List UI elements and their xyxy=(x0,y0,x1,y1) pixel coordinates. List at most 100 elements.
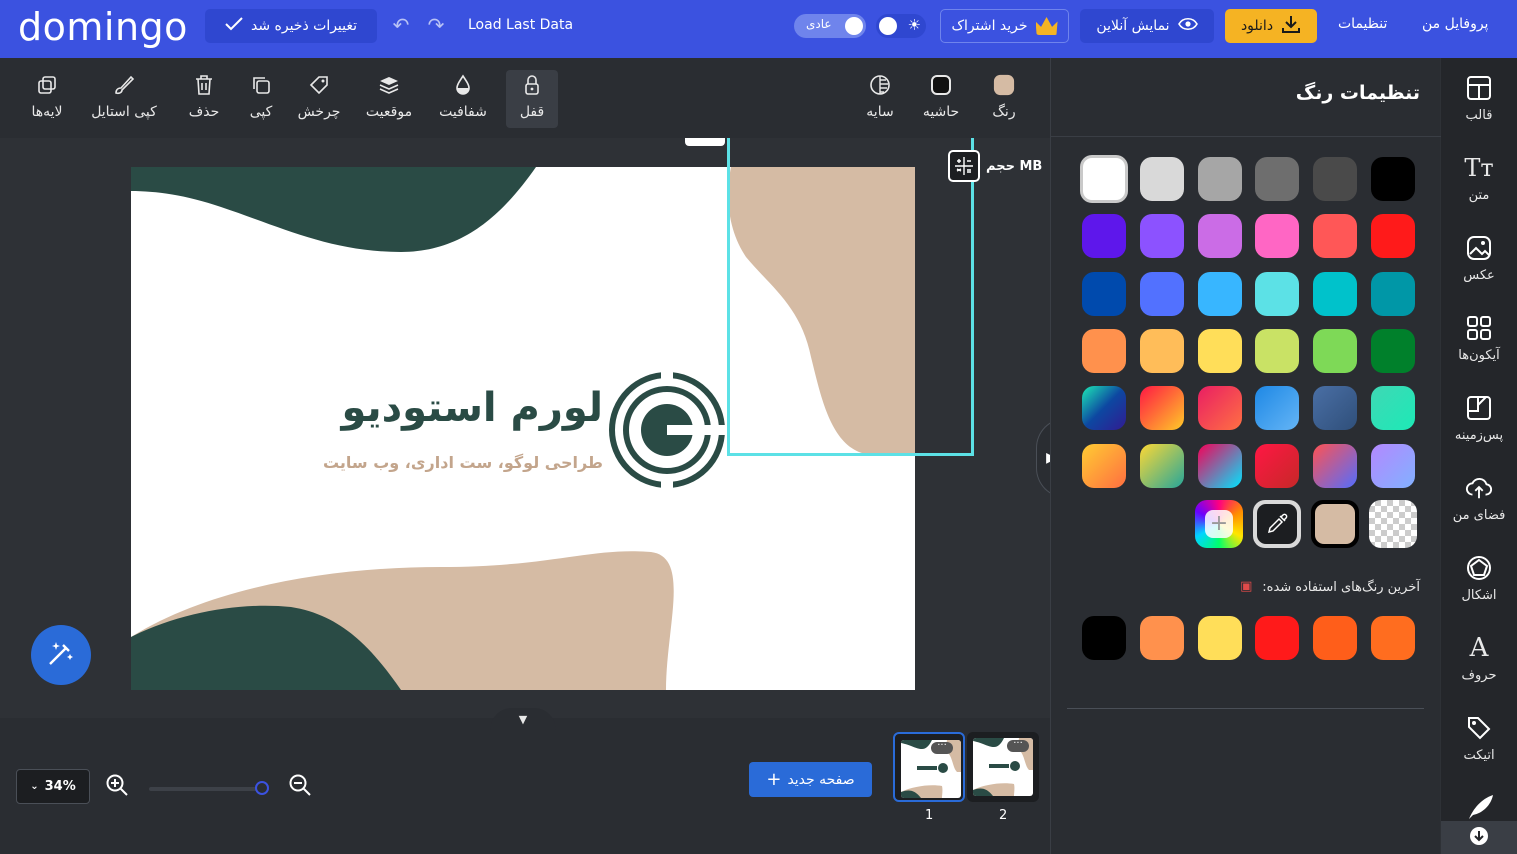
nav-background[interactable]: پس‌زمینه xyxy=(1441,378,1517,458)
eyedropper-button[interactable] xyxy=(1253,500,1301,548)
zoom-slider-thumb[interactable] xyxy=(255,781,269,795)
tool-copy[interactable]: کپی xyxy=(243,70,279,128)
tool-opacity[interactable]: شفافیت xyxy=(434,70,492,128)
tool-opacity-label: شفافیت xyxy=(439,104,487,120)
color-swatch[interactable] xyxy=(1371,157,1415,201)
color-swatch[interactable] xyxy=(1313,214,1357,258)
color-swatch[interactable] xyxy=(1140,329,1184,373)
theme-toggle[interactable]: ☀ xyxy=(876,14,926,38)
color-swatch[interactable] xyxy=(1371,214,1415,258)
color-swatch[interactable] xyxy=(1198,157,1242,201)
save-status-button[interactable]: تغییرات ذخیره شد xyxy=(205,9,377,43)
recent-color-swatch[interactable] xyxy=(1140,616,1184,660)
color-swatch[interactable] xyxy=(1313,272,1357,316)
zoom-slider[interactable] xyxy=(149,781,269,795)
color-swatch[interactable] xyxy=(1080,155,1128,203)
tool-border[interactable]: حاشیه xyxy=(919,70,963,128)
download-button[interactable]: دانلود xyxy=(1225,9,1317,43)
mode-toggle[interactable]: عادی xyxy=(794,14,866,38)
swatch-transparent[interactable] xyxy=(1369,500,1417,548)
nav-sticker[interactable]: اتیکت xyxy=(1441,698,1517,778)
gradient-swatch[interactable] xyxy=(1255,386,1299,430)
bottom-collapse-tab[interactable]: ▼ xyxy=(490,708,556,730)
feather-icon[interactable] xyxy=(1465,793,1495,819)
panel-divider-bottom xyxy=(1067,708,1424,709)
color-swatch[interactable] xyxy=(1255,329,1299,373)
nav-shapes[interactable]: اشکال xyxy=(1441,538,1517,618)
page-thumbnail-1[interactable]: ··· xyxy=(893,732,965,802)
color-swatch[interactable] xyxy=(1371,329,1415,373)
color-swatch[interactable] xyxy=(1255,157,1299,201)
profile-link[interactable]: پروفایل من xyxy=(1422,16,1488,32)
recent-color-swatch[interactable] xyxy=(1198,616,1242,660)
color-swatch[interactable] xyxy=(1140,272,1184,316)
color-swatch[interactable] xyxy=(1198,329,1242,373)
gradient-swatch[interactable] xyxy=(1313,386,1357,430)
nav-photo[interactable]: عکس xyxy=(1441,218,1517,298)
color-swatch[interactable] xyxy=(1313,157,1357,201)
tool-delete[interactable]: حذف xyxy=(183,70,225,128)
custom-color-picker[interactable]: + xyxy=(1195,500,1243,548)
nav-icons[interactable]: آیکون‌ها xyxy=(1441,298,1517,378)
tool-shadow[interactable]: سایه xyxy=(860,70,900,128)
online-preview-button[interactable]: نمایش آنلاین xyxy=(1080,9,1214,43)
gradient-swatch[interactable] xyxy=(1198,444,1242,488)
gradient-swatch[interactable] xyxy=(1140,386,1184,430)
redo-icon[interactable]: ↷ xyxy=(425,14,447,36)
color-swatch[interactable] xyxy=(1082,272,1126,316)
nav-template[interactable]: قالب xyxy=(1441,58,1517,138)
color-swatch[interactable] xyxy=(1140,157,1184,201)
page-thumbnail-2[interactable]: ··· xyxy=(967,732,1039,802)
zoom-out-icon[interactable] xyxy=(288,773,312,797)
color-swatch[interactable] xyxy=(1198,214,1242,258)
page-menu-icon[interactable]: ··· xyxy=(1007,739,1029,752)
recent-color-swatch[interactable] xyxy=(1082,616,1126,660)
app-logo[interactable]: domingo xyxy=(18,5,188,49)
gradient-swatch[interactable] xyxy=(1140,444,1184,488)
color-swatch[interactable] xyxy=(1198,272,1242,316)
gradient-swatch[interactable] xyxy=(1313,444,1357,488)
gradient-swatch[interactable] xyxy=(1255,444,1299,488)
zoom-select[interactable]: ⌄ 34% xyxy=(16,769,90,804)
recent-color-swatch[interactable] xyxy=(1313,616,1357,660)
selection-box[interactable] xyxy=(727,138,974,456)
nav-my-space[interactable]: فضای من xyxy=(1441,458,1517,538)
magic-wand-button[interactable] xyxy=(31,625,91,685)
recent-color-swatch[interactable] xyxy=(1371,616,1415,660)
color-swatch[interactable] xyxy=(1082,329,1126,373)
tool-copy-style[interactable]: کپی استایل xyxy=(85,70,163,128)
swatch-current-color[interactable] xyxy=(1311,500,1359,548)
gradient-swatch[interactable] xyxy=(1371,444,1415,488)
color-swatch[interactable] xyxy=(1255,214,1299,258)
recent-color-swatch[interactable] xyxy=(1255,616,1299,660)
clear-recent-icon[interactable]: ▣ xyxy=(1238,579,1254,595)
color-swatch[interactable] xyxy=(1140,214,1184,258)
plus-icon: + xyxy=(766,769,782,790)
color-swatch[interactable] xyxy=(1313,329,1357,373)
subscribe-button[interactable]: خرید اشتراک xyxy=(940,9,1069,43)
tool-color[interactable]: رنگ xyxy=(986,70,1022,128)
file-size-indicator[interactable]: حجم MB xyxy=(948,150,1042,182)
new-page-button[interactable]: صفحه جدید + xyxy=(749,762,872,797)
nav-fonts[interactable]: A حروف xyxy=(1441,618,1517,698)
gradient-swatch[interactable] xyxy=(1198,386,1242,430)
color-swatch[interactable] xyxy=(1371,272,1415,316)
nav-sticker-label: اتیکت xyxy=(1463,748,1495,763)
tool-layers[interactable]: لایه‌ها xyxy=(22,70,72,128)
tool-rotate[interactable]: چرخش xyxy=(296,70,342,128)
nav-text[interactable]: Tт متن xyxy=(1441,138,1517,218)
undo-icon[interactable]: ↶ xyxy=(390,14,412,36)
selection-top-handle[interactable] xyxy=(685,138,725,146)
tool-position[interactable]: موقعیت xyxy=(358,70,420,128)
gradient-swatch[interactable] xyxy=(1082,444,1126,488)
zoom-in-icon[interactable] xyxy=(105,773,129,797)
tool-lock[interactable]: قفل xyxy=(506,70,558,128)
color-swatch[interactable] xyxy=(1255,272,1299,316)
gradient-swatch[interactable] xyxy=(1371,386,1415,430)
settings-link[interactable]: تنظیمات xyxy=(1338,16,1387,32)
gradient-swatch[interactable] xyxy=(1082,386,1126,430)
nav-scroll-down[interactable] xyxy=(1441,821,1517,854)
color-swatch[interactable] xyxy=(1082,214,1126,258)
page-menu-icon[interactable]: ··· xyxy=(931,741,953,754)
load-last-data-link[interactable]: Load Last Data xyxy=(468,17,573,33)
